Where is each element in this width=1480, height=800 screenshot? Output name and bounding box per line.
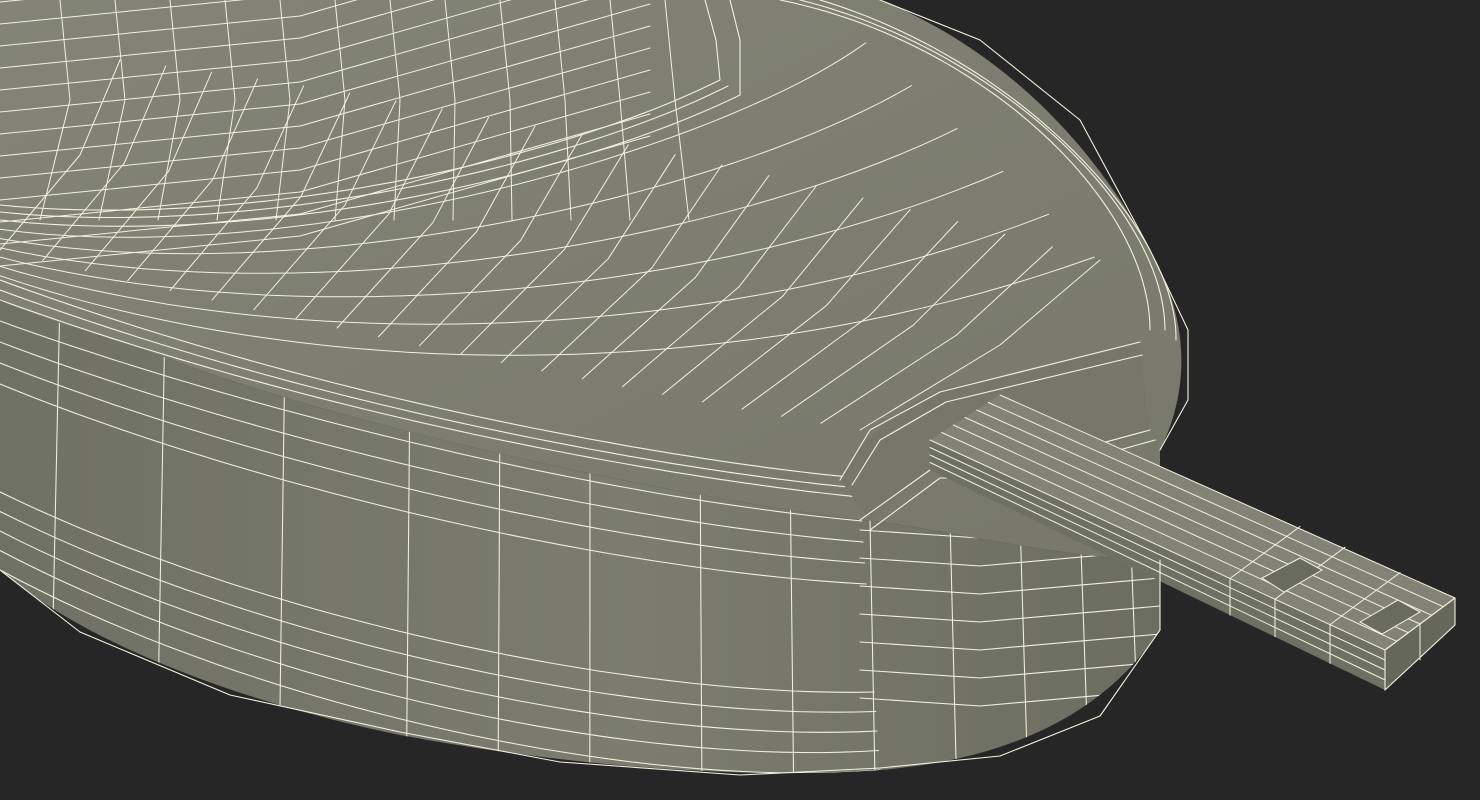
3d-model-mesh (0, 0, 1456, 776)
wireframe-render (0, 0, 1456, 776)
render-viewport (0, 0, 1480, 800)
